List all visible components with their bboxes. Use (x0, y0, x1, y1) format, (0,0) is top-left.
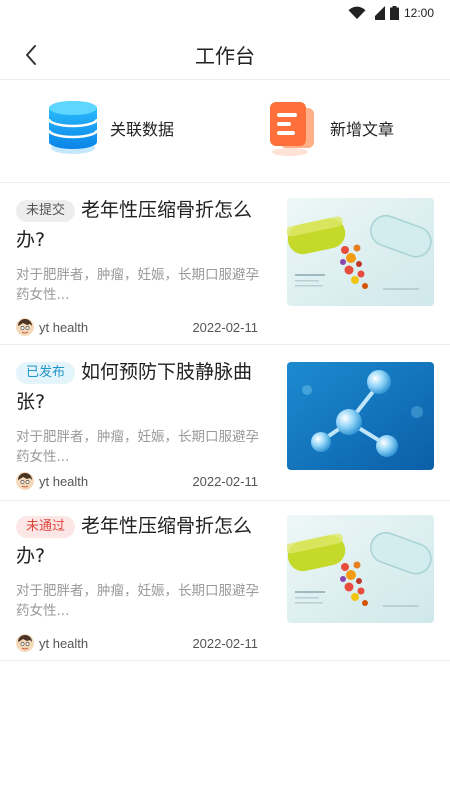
article-date: 2022-02-11 (192, 473, 258, 489)
nav-bar: 工作台 (0, 30, 450, 80)
article-meta: yt health 2022-02-11 (16, 317, 258, 337)
author-name: yt health (39, 473, 89, 489)
document-icon (266, 98, 320, 158)
signal-icon (370, 6, 385, 20)
status-badge: 未通过 (16, 516, 76, 538)
article-text: 已发布 如何预防下肢静脉曲张? 对于肥胖者，肿瘤，妊娠，长期口服避孕药女性... (16, 357, 260, 467)
article-title: 未通过 老年性压缩骨折怎么办? (16, 511, 260, 571)
status-indicators: 12:00 (348, 6, 434, 20)
article-item[interactable]: 未通过 老年性压缩骨折怎么办? 对于肥胖者，肿瘤，妊娠，长期口服避孕药女性... … (0, 501, 450, 661)
article-summary: 对于肥胖者，肿瘤，妊娠，长期口服避孕药女性... (16, 583, 259, 619)
article-text: 未通过 老年性压缩骨折怎么办? 对于肥胖者，肿瘤，妊娠，长期口服避孕药女性... (16, 511, 260, 621)
author-name: yt health (39, 319, 89, 335)
article-meta: yt health 2022-02-11 (16, 471, 258, 491)
status-badge: 未提交 (16, 200, 76, 222)
new-article-label: 新增文章 (330, 120, 395, 139)
battery-icon (389, 6, 399, 20)
database-icon (46, 98, 100, 158)
article-date: 2022-02-11 (192, 319, 258, 335)
link-data-label: 关联数据 (110, 120, 175, 139)
page-title: 工作台 (195, 44, 255, 68)
article-title: 已发布 如何预防下肢静脉曲张? (16, 357, 260, 417)
article-thumbnail (287, 198, 434, 306)
status-time: 12:00 (403, 6, 434, 20)
status-bar: 12:00 (0, 0, 450, 30)
article-meta: yt health 2022-02-11 (16, 633, 258, 653)
article-date: 2022-02-11 (192, 635, 258, 651)
article-summary: 对于肥胖者，肿瘤，妊娠，长期口服避孕药女性... (16, 429, 259, 465)
avatar (16, 634, 34, 652)
article-item[interactable]: 未提交 老年性压缩骨折怎么办? 对于肥胖者，肿瘤，妊娠，长期口服避孕药女性... … (0, 183, 450, 345)
status-badge: 已发布 (16, 362, 76, 384)
link-data-button[interactable]: 关联数据 (46, 98, 174, 158)
wifi-icon (348, 6, 366, 20)
article-item[interactable]: 已发布 如何预防下肢静脉曲张? 对于肥胖者，肿瘤，妊娠，长期口服避孕药女性... … (0, 345, 450, 501)
article-title: 未提交 老年性压缩骨折怎么办? (16, 195, 260, 255)
article-thumbnail (287, 362, 434, 470)
quick-actions: 关联数据 新增文章 (0, 80, 450, 183)
author-name: yt health (39, 635, 89, 651)
avatar (16, 472, 34, 490)
new-article-button[interactable]: 新增文章 (266, 98, 394, 158)
article-summary: 对于肥胖者，肿瘤，妊娠，长期口服避孕药女性... (16, 267, 259, 303)
article-text: 未提交 老年性压缩骨折怎么办? 对于肥胖者，肿瘤，妊娠，长期口服避孕药女性... (16, 195, 260, 305)
article-thumbnail (287, 515, 434, 623)
avatar (16, 318, 34, 336)
